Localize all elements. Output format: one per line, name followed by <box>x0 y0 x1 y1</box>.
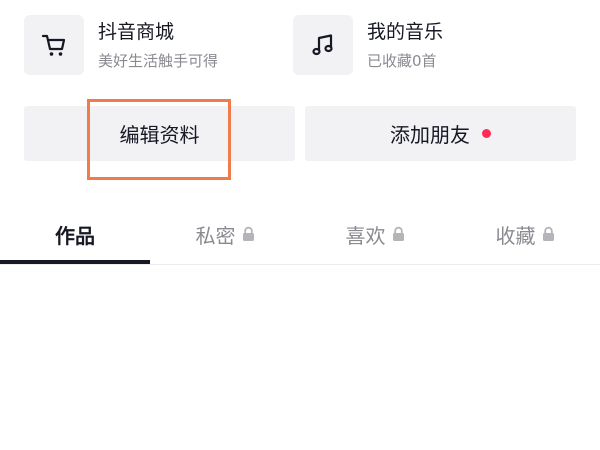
tab-likes-label: 喜欢 <box>345 223 386 248</box>
content-tabs: 作品 私密 喜欢 收藏 <box>0 205 600 265</box>
music-shortcut[interactable]: 我的音乐 已收藏0首 <box>293 14 443 76</box>
music-title: 我的音乐 <box>367 21 444 43</box>
tab-works-label: 作品 <box>55 223 95 248</box>
tab-favorites-label: 收藏 <box>495 223 536 248</box>
shop-subtitle: 美好生活触手可得 <box>98 52 219 70</box>
lock-icon <box>392 226 405 242</box>
tabs-divider <box>0 264 600 265</box>
tab-favorites[interactable]: 收藏 <box>450 205 600 263</box>
add-friends-label: 添加朋友 <box>390 123 470 147</box>
tab-private-label: 私密 <box>195 223 236 248</box>
music-subtitle: 已收藏0首 <box>367 52 437 70</box>
music-note-icon <box>293 15 353 75</box>
tab-likes[interactable]: 喜欢 <box>300 205 450 263</box>
edit-profile-label: 编辑资料 <box>119 123 200 147</box>
add-friends-button[interactable]: 添加朋友 <box>305 106 576 161</box>
tab-works[interactable]: 作品 <box>0 205 150 263</box>
lock-icon <box>242 226 255 242</box>
tab-private[interactable]: 私密 <box>150 205 300 263</box>
shop-title: 抖音商城 <box>98 21 175 43</box>
lock-icon <box>542 226 555 242</box>
shop-shortcut[interactable]: 抖音商城 美好生活触手可得 <box>24 14 218 76</box>
notification-dot <box>482 129 491 138</box>
shopping-cart-icon <box>24 15 84 75</box>
edit-profile-button[interactable]: 编辑资料 <box>24 106 295 161</box>
